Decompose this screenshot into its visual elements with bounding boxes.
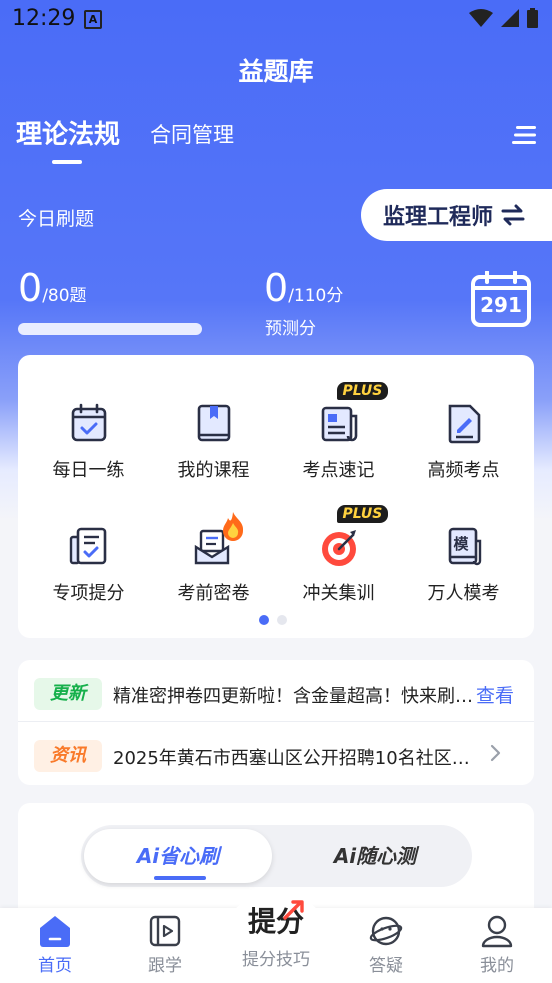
nav-label: 我的 [480,956,514,976]
news-card: 更新 精准密押卷四更新啦！含金量超高！快来刷题吧 查看 资讯 2025年黄石市西… [18,660,534,785]
arrow-up-icon [283,900,304,920]
feature-high-frequency[interactable]: 高频考点 [399,402,528,482]
news-item-update[interactable]: 更新 精准密押卷四更新啦！含金量超高！快来刷题吧 查看 [18,662,534,722]
predicted-score-stat: 0/110分 [264,266,343,310]
nav-home[interactable]: 首页 [0,914,110,976]
chevron-right-icon [490,744,501,762]
feature-label: 每日一练 [52,460,125,481]
daily-progress-bar [18,323,202,335]
wifi-icon [469,9,493,27]
update-tag: 更新 [34,678,102,710]
notification-badge: A [84,10,102,29]
page-dot-active[interactable] [259,615,269,625]
plus-badge: PLUS [336,505,389,523]
status-time: 12:29 [12,6,76,31]
feature-grid: 每日一练 我的课程 PLUS 考点速记 高频考点 专项提分 考前密卷 PLUS … [18,355,534,638]
plus-badge: PLUS [336,382,389,400]
exam-switch-button[interactable]: 监理工程师 [361,189,552,241]
feature-daily-practice[interactable]: 每日一练 [24,402,153,482]
user-icon [481,915,513,948]
nav-label: 首页 [38,956,72,976]
feature-secret-papers[interactable]: 考前密卷 [149,512,278,605]
nav-profile[interactable]: 我的 [442,914,552,976]
checklist-icon [69,527,106,565]
divider [18,721,534,722]
feature-mock-exam[interactable]: 模 万人模考 [399,525,528,605]
questions-done-value: 0 [18,266,43,310]
nav-follow[interactable]: 跟学 [110,914,220,976]
questions-total: /80题 [42,286,87,306]
questions-done-stat: 0/80题 [18,266,87,310]
news-text: 精准密押卷四更新啦！含金量超高！快来刷题吧 [113,686,475,707]
feature-label: 冲关集训 [302,583,375,604]
fire-icon [222,512,243,541]
score-tips-logo[interactable]: 提分 [220,900,332,940]
feature-special-boost[interactable]: 专项提分 [24,525,153,605]
app-title: 益题库 [238,57,314,86]
nav-score-tips[interactable]: 提分技巧 [221,942,331,970]
mock-exam-mark: 模 [453,535,469,553]
page-indicator [259,615,287,625]
newspaper-icon [321,406,357,442]
feature-label: 我的课程 [177,460,250,481]
document-edit-icon [448,404,480,444]
book-icon [197,404,230,442]
page-dot[interactable] [277,615,287,625]
active-option-indicator [154,876,206,880]
video-icon [149,915,181,947]
home-icon [40,916,70,947]
tab-contract-management[interactable]: 合同管理 [150,119,234,149]
calendar-check-icon [71,403,106,442]
ai-option-label: Ai省心刷 [136,844,220,868]
feature-label: 高频考点 [427,460,500,481]
active-tab-indicator [52,160,82,164]
tab-theory-regulations[interactable]: 理论法规 [16,114,120,151]
nav-label: 提分技巧 [242,950,310,970]
feature-label: 专项提分 [52,583,125,604]
ai-easy-practice-option[interactable]: Ai省心刷 [84,829,272,883]
ai-mode-toggle: Ai省心刷 Ai随心测 [81,825,472,887]
feature-my-courses[interactable]: 我的课程 [149,402,278,482]
view-link[interactable]: 查看 [476,681,514,708]
exam-switch-label: 监理工程师 [383,205,494,230]
feature-label: 考点速记 [302,460,375,481]
feature-label: 考前密卷 [177,583,250,604]
ai-free-test-option[interactable]: Ai随心测 [281,829,469,883]
nav-label: 跟学 [148,956,182,976]
nav-qa[interactable]: 答疑 [331,914,441,976]
target-icon [321,530,356,566]
countdown-days: 291 [480,293,522,317]
swap-icon [501,204,525,226]
score-total: /110分 [288,286,344,306]
predicted-score-value: 0 [264,266,289,310]
status-bar: 12:29 A [0,0,552,36]
countdown-calendar[interactable]: 291 [471,271,531,327]
today-practice-label: 今日刷题 [18,208,95,230]
info-tag: 资讯 [34,740,102,772]
predicted-score-label: 预测分 [265,319,316,339]
signal-icon [501,9,519,27]
feature-level-training[interactable]: PLUS 冲关集训 [274,505,403,605]
menu-icon[interactable] [512,124,538,146]
feature-label: 万人模考 [427,583,500,604]
feature-key-points[interactable]: PLUS 考点速记 [274,382,403,482]
ai-option-label: Ai随心测 [333,844,417,868]
qa-planet-icon [369,916,403,946]
nav-label: 答疑 [369,956,403,976]
news-text: 2025年黄石市西塞山区公开招聘10名社区工作者公告 [113,748,475,769]
news-item-info[interactable]: 资讯 2025年黄石市西塞山区公开招聘10名社区工作者公告 [18,724,534,784]
battery-icon [527,8,538,28]
